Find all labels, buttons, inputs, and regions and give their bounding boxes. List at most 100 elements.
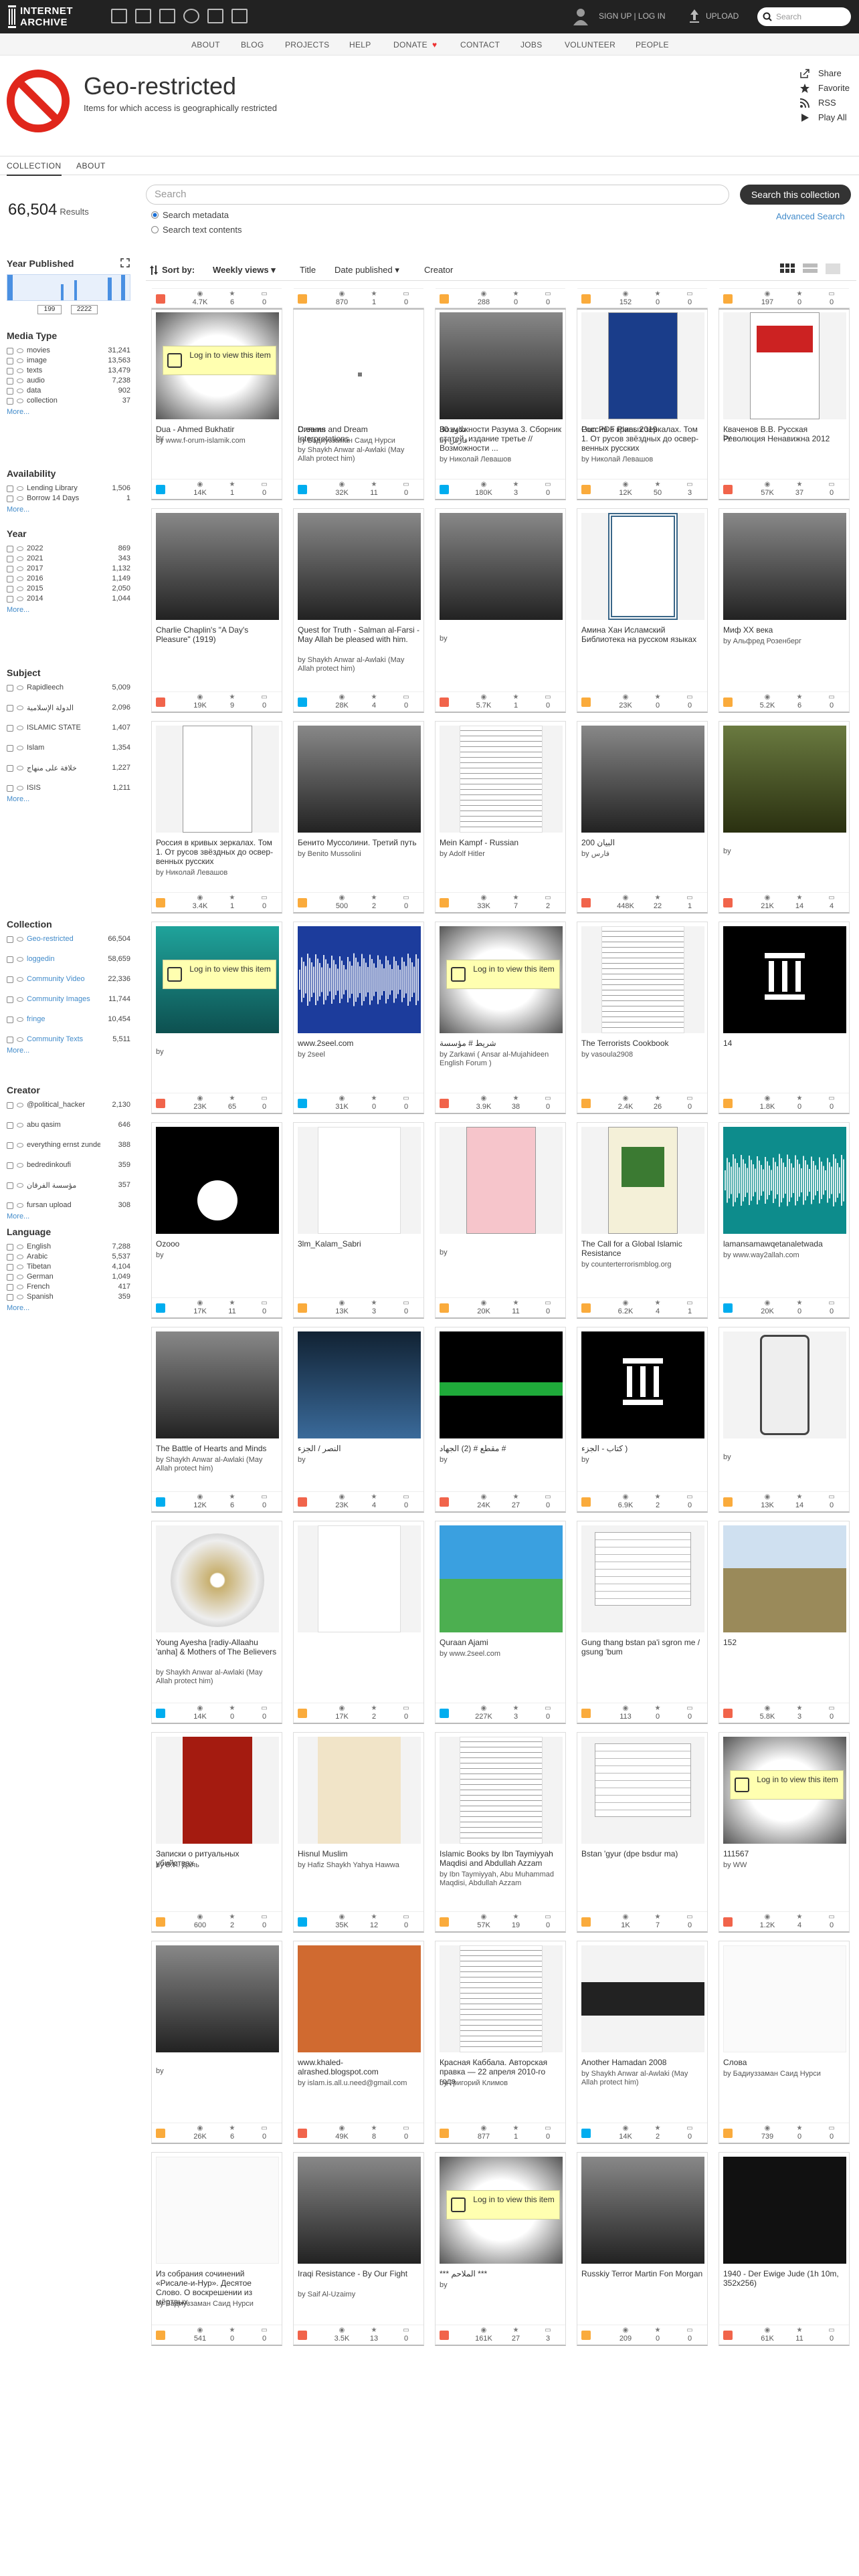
- item-thumbnail[interactable]: [156, 1737, 279, 1844]
- facet-option[interactable]: 2016 1,149: [7, 574, 130, 584]
- software-icon[interactable]: [207, 9, 223, 23]
- facet-checkbox[interactable]: [7, 725, 13, 732]
- item-thumbnail[interactable]: [440, 726, 563, 833]
- facet-option[interactable]: Community Images 11,744: [7, 995, 130, 1004]
- item-card[interactable]: Another Hamadan 2008 by Shaykh Anwar al-A…: [577, 1941, 708, 2144]
- facet-checkbox[interactable]: [7, 546, 13, 552]
- facet-option[interactable]: collection 37: [7, 397, 130, 406]
- item-title[interactable]: Россия в кривых зеркалах. Том 1. От русо…: [156, 838, 279, 866]
- item-card[interactable]: Ozooo by ◉ 17K ★ 11 ▭ 0: [151, 1122, 282, 1319]
- item-title[interactable]: Quest for Truth - Salman al-Farsi - May …: [298, 625, 421, 644]
- facet-option[interactable]: ISIS 1,211: [7, 784, 130, 793]
- facet-checkbox[interactable]: [7, 368, 13, 374]
- facet-option[interactable]: Islam 1,354: [7, 744, 130, 753]
- item-card[interactable]: ﺍﻟﺒﻴﺎﻥ 200 by ﻓﺎﺭﺱ ◉ 448K ★ 22 ▭ 1: [577, 721, 708, 914]
- sort-creator[interactable]: Creator: [424, 265, 453, 275]
- facet-checkbox[interactable]: [7, 586, 13, 593]
- item-card[interactable]: Islamic Books by Ibn Taymiyyah Maqdisi a…: [435, 1732, 566, 1933]
- item-card[interactable]: Возможности Разума 3. Сборник статей, из…: [435, 288, 566, 463]
- top-search-input[interactable]: Search: [757, 7, 851, 26]
- video-icon[interactable]: [159, 9, 175, 23]
- item-thumbnail[interactable]: Log in to view this item: [156, 312, 279, 419]
- user-icon[interactable]: [572, 7, 589, 25]
- facet-option[interactable]: 2017 1,132: [7, 564, 130, 574]
- item-thumbnail[interactable]: [440, 1945, 563, 2052]
- login-prompt[interactable]: Log in to view this item: [730, 1770, 844, 1800]
- facet-checkbox[interactable]: [7, 388, 13, 395]
- nav-volunteer[interactable]: VOLUNTEER: [565, 40, 615, 49]
- facet-checkbox[interactable]: [7, 1264, 13, 1271]
- item-title[interactable]: Россия в кривых зеркалах. Том 1. От русо…: [581, 425, 704, 453]
- nav-jobs[interactable]: JOBS: [520, 40, 543, 49]
- facet-more-link[interactable]: More...: [7, 1212, 29, 1220]
- facet-option[interactable]: 2022 869: [7, 544, 130, 554]
- facet-checkbox[interactable]: [7, 496, 13, 502]
- facet-checkbox[interactable]: [7, 1102, 13, 1109]
- item-card[interactable]: by ◉ 21K ★ 14 ▭ 4: [719, 721, 850, 914]
- item-card[interactable]: Сияния by Бадиуззаман Саид Нурси ◉ 870 ★ 1 ▭ 0: [293, 288, 424, 445]
- item-title[interactable]: Бенито Муссолини. Третий путь: [298, 838, 421, 847]
- facet-checkbox[interactable]: [7, 996, 13, 1003]
- item-thumbnail[interactable]: [723, 926, 846, 1033]
- item-thumbnail[interactable]: [723, 2157, 846, 2264]
- login-prompt[interactable]: Log in to view this item: [163, 960, 276, 989]
- facet-checkbox[interactable]: [7, 486, 13, 492]
- item-card[interactable]: Charlie Chaplin's "A Day's Pleasure" (19…: [151, 508, 282, 713]
- facet-more-link[interactable]: More...: [7, 408, 29, 416]
- item-title[interactable]: 152: [723, 1638, 846, 1647]
- item-thumbnail[interactable]: [298, 726, 421, 833]
- item-title[interactable]: Bstan 'gyur (dpe bsdur ma): [581, 1849, 704, 1858]
- item-card[interactable]: Амина Хан Исламский Библиотека на русско…: [577, 508, 708, 713]
- facet-option[interactable]: Rapidleech 5,009: [7, 683, 130, 693]
- item-card[interactable]: Красная Каббала. Авторская правка — 22 а…: [435, 1941, 566, 2144]
- nav-donate[interactable]: DONATE: [393, 40, 427, 49]
- advanced-search-link[interactable]: Advanced Search: [776, 211, 845, 221]
- item-thumbnail[interactable]: [298, 1945, 421, 2052]
- item-card[interactable]: 3lm_Kalam_Sabri ◉ 13K ★ 3 ▭ 0: [293, 1122, 424, 1319]
- item-card[interactable]: Hisnul Muslim by Hafiz Shaykh Yahya Hawwa…: [293, 1732, 424, 1933]
- item-thumbnail[interactable]: [581, 726, 704, 833]
- facet-option[interactable]: ﺍﻟﺪﻭﻟﺔ ﺍﻹﺳﻼﻣﻴﺔ 2,096: [7, 704, 130, 713]
- facet-checkbox[interactable]: [7, 378, 13, 385]
- item-title[interactable]: Слова: [723, 2058, 846, 2067]
- item-title[interactable]: Iraqi Resistance - By Our Fight: [298, 2269, 421, 2278]
- item-thumbnail[interactable]: [581, 1331, 704, 1438]
- signup-login-link[interactable]: SIGN UP | LOG IN: [599, 11, 666, 21]
- favorite-button[interactable]: Favorite: [799, 82, 859, 95]
- item-card[interactable]: Quest for Truth - Salman al-Farsi - May …: [293, 508, 424, 713]
- year-histogram-slider[interactable]: [7, 274, 130, 301]
- facet-checkbox[interactable]: [7, 1016, 13, 1023]
- item-thumbnail[interactable]: [723, 726, 846, 833]
- item-thumbnail[interactable]: [156, 513, 279, 620]
- facet-option[interactable]: Lending Library 1,506: [7, 484, 130, 494]
- upload-icon[interactable]: [688, 8, 700, 24]
- item-thumbnail[interactable]: [581, 2157, 704, 2264]
- item-thumbnail[interactable]: [723, 1945, 846, 2052]
- facet-option[interactable]: ﻣﺆﺳﺴﺔ ﺍﻟﻔﺮﻗﺎﻥ 357: [7, 1181, 130, 1190]
- item-card[interactable]: Iraqi Resistance - By Our Fight by Saif A…: [293, 2152, 424, 2346]
- item-thumbnail[interactable]: [298, 312, 421, 419]
- images-icon[interactable]: [231, 9, 248, 23]
- facet-checkbox[interactable]: [7, 1284, 13, 1291]
- facet-checkbox[interactable]: [7, 1254, 13, 1261]
- item-thumbnail[interactable]: [440, 1331, 563, 1438]
- item-thumbnail[interactable]: [156, 1127, 279, 1234]
- item-card[interactable]: Записки о ритуальных убийствах by В.И. Да…: [151, 1732, 282, 1933]
- item-title[interactable]: Dua - Ahmed Bukhatir: [156, 425, 279, 434]
- item-card[interactable]: by ◉ 5.7K ★ 1 ▭ 0: [435, 508, 566, 713]
- facet-option[interactable]: fursan upload 308: [7, 1201, 130, 1210]
- facet-checkbox[interactable]: [7, 348, 13, 354]
- facet-more-link[interactable]: More...: [7, 606, 29, 614]
- facet-checkbox[interactable]: [7, 1182, 13, 1189]
- facet-option[interactable]: 2014 1,044: [7, 595, 130, 604]
- item-thumbnail[interactable]: [156, 2157, 279, 2264]
- item-card[interactable]: www.khaled-alrashed.blogspot.com by islam…: [293, 1941, 424, 2144]
- item-title[interactable]: Russkiy Terror Martin Fon Morgan: [581, 2269, 704, 2278]
- item-card[interactable]: ﻣﻘﻄﻊ # (2) ﺍﻟﺠﻬﺎﺩ # by ◉ 24K ★ 27 ▭ 0: [435, 1327, 566, 1513]
- item-title[interactable]: ﻣﻘﻄﻊ # (2) ﺍﻟﺠﻬﺎﺩ #: [440, 1444, 563, 1453]
- item-title[interactable]: 14: [723, 1039, 846, 1048]
- facet-checkbox[interactable]: [7, 358, 13, 364]
- item-thumbnail[interactable]: [298, 513, 421, 620]
- item-card[interactable]: Log in to view this item by ◉ 23K ★ 65 ▭ 0: [151, 922, 282, 1114]
- item-thumbnail[interactable]: [298, 1525, 421, 1632]
